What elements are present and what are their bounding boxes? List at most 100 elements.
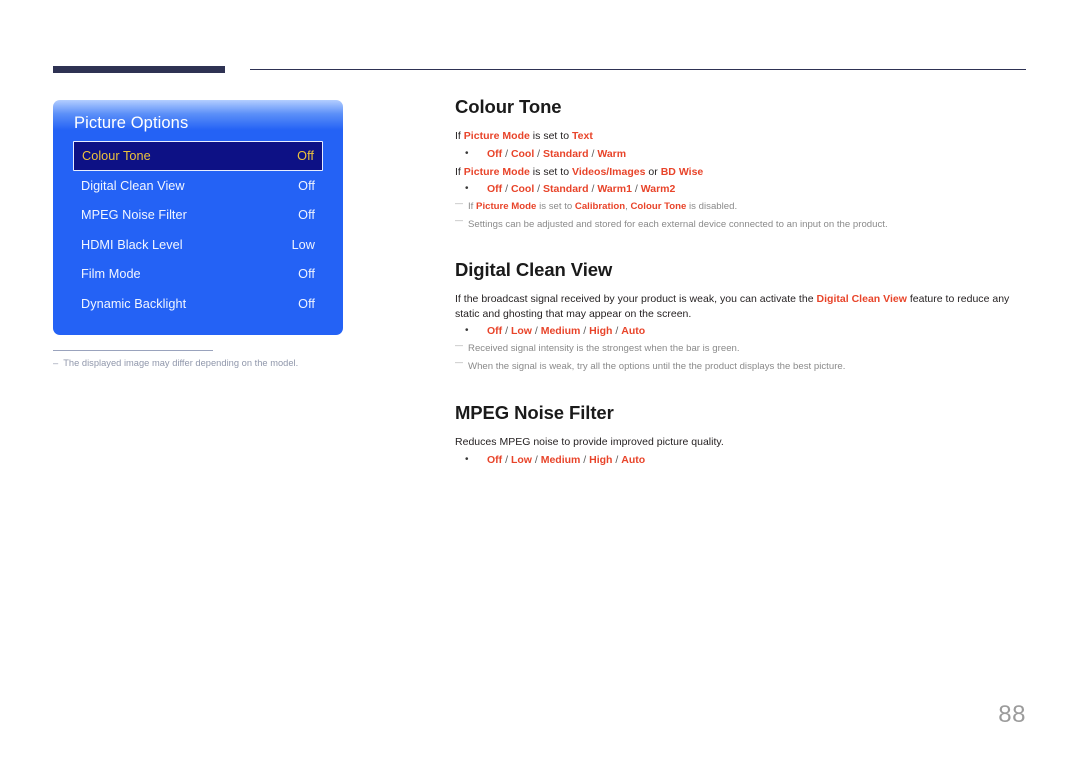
option-warm1: Warm1 [597, 183, 632, 196]
term-colour-tone: Colour Tone [630, 201, 687, 213]
separator: / [502, 325, 511, 338]
osd-item-value: Off [297, 149, 314, 163]
section-mpeg-noise-filter: MPEG Noise Filter Reduces MPEG noise to … [455, 402, 1027, 468]
osd-item-value: Off [298, 178, 315, 193]
value-videos-images: Videos/Images [572, 165, 646, 178]
term-calibration: Calibration [574, 201, 626, 213]
colour-tone-condition-text-mode: If Picture Mode is set to Text [455, 129, 1027, 144]
separator: / [531, 453, 541, 466]
osd-item-label: MPEG Noise Filter [81, 208, 187, 223]
osd-item-value: Low [291, 237, 315, 252]
option-list-item: Off / Low / Medium / High / Auto [455, 452, 1027, 468]
digital-clean-view-note-signal-intensity: Received signal intensity is the stronge… [455, 339, 1027, 357]
footnote-dash-marker: – [53, 357, 59, 368]
digital-clean-view-options: Off / Low / Medium / High / Auto [455, 323, 1027, 339]
osd-menu-item-digital-clean-view[interactable]: Digital Clean View Off [73, 171, 323, 201]
colour-tone-note-settings-stored: Settings can be adjusted and stored for … [455, 214, 1027, 233]
text-fragment: is disabled. [686, 201, 738, 213]
osd-menu-item-colour-tone[interactable]: Colour Tone Off [73, 141, 323, 171]
header-divider-line [250, 69, 1026, 70]
value-bd-wise: BD Wise [660, 165, 704, 178]
mpeg-noise-filter-options: Off / Low / Medium / High / Auto [455, 452, 1027, 468]
section-colour-tone: Colour Tone If Picture Mode is set to Te… [455, 96, 1027, 232]
option-warm2: Warm2 [640, 183, 676, 196]
illustration-footnote-rule [53, 349, 213, 351]
term-picture-mode: Picture Mode [463, 165, 530, 178]
option-standard: Standard [543, 147, 589, 160]
osd-item-value: Off [298, 208, 315, 223]
option-high: High [589, 453, 613, 466]
colour-tone-options-text: Off / Cool / Standard / Warm [455, 146, 1027, 162]
mpeg-noise-filter-description: Reduces MPEG noise to provide improved p… [455, 436, 724, 449]
option-auto: Auto [621, 453, 646, 466]
page-header-rules [0, 0, 1080, 80]
option-low: Low [510, 453, 532, 466]
osd-panel: Picture Options Colour Tone Off Digital … [53, 100, 343, 335]
separator: / [631, 183, 641, 196]
text-fragment: If [468, 201, 477, 213]
text-fragment: If [455, 130, 464, 142]
osd-menu-list: Colour Tone Off Digital Clean View Off M… [53, 141, 343, 319]
osd-item-value: Off [298, 267, 315, 282]
separator: / [588, 183, 598, 196]
section-digital-clean-view: Digital Clean View If the broadcast sign… [455, 259, 1027, 374]
osd-item-label: Colour Tone [82, 149, 151, 163]
osd-illustration: Picture Options Colour Tone Off Digital … [53, 100, 343, 368]
osd-item-label: Film Mode [81, 267, 141, 282]
option-standard: Standard [543, 183, 589, 196]
separator: / [580, 325, 590, 338]
text-fragment: is set to [529, 165, 572, 178]
option-low: Low [510, 325, 532, 338]
separator: / [612, 453, 622, 466]
value-text: Text [572, 130, 593, 142]
section-heading-digital-clean-view: Digital Clean View [455, 259, 613, 281]
osd-menu-item-film-mode[interactable]: Film Mode Off [73, 260, 323, 290]
option-list-item: Off / Cool / Standard / Warm1 / Warm2 [455, 181, 1027, 197]
separator: / [588, 147, 598, 160]
colour-tone-condition-videos-bdwise: If Picture Mode is set to Videos/Images … [455, 165, 1027, 180]
separator: / [612, 325, 622, 338]
text-fragment: If the broadcast signal received by your… [455, 293, 817, 306]
term-digital-clean-view: Digital Clean View [816, 293, 907, 306]
osd-item-label: HDMI Black Level [81, 237, 183, 252]
header-accent-bar [53, 66, 225, 73]
option-cool: Cool [510, 147, 535, 160]
option-high: High [589, 325, 613, 338]
text-fragment: If [455, 165, 464, 178]
main-content: Colour Tone If Picture Mode is set to Te… [455, 96, 1027, 471]
osd-item-label: Dynamic Backlight [81, 296, 187, 311]
option-off: Off [487, 325, 503, 338]
page-number: 88 [998, 701, 1026, 728]
option-medium: Medium [540, 453, 581, 466]
option-off: Off [487, 147, 503, 160]
text-fragment: is set to [536, 201, 575, 213]
option-auto: Auto [621, 325, 646, 338]
text-fragment: is set to [529, 130, 572, 142]
separator: / [534, 183, 544, 196]
separator: / [502, 147, 511, 160]
osd-menu-item-mpeg-noise-filter[interactable]: MPEG Noise Filter Off [73, 201, 323, 231]
illustration-footnote: – The displayed image may differ dependi… [53, 358, 343, 368]
text-fragment: or [645, 165, 661, 178]
section-heading-mpeg-noise-filter: MPEG Noise Filter [455, 402, 614, 424]
osd-menu-item-hdmi-black-level[interactable]: HDMI Black Level Low [73, 230, 323, 260]
section-heading-colour-tone: Colour Tone [455, 96, 562, 117]
osd-menu-item-dynamic-backlight[interactable]: Dynamic Backlight Off [73, 289, 323, 319]
separator: / [580, 453, 590, 466]
digital-clean-view-note-weak-signal: When the signal is weak, try all the opt… [455, 356, 1027, 375]
digital-clean-view-description: If the broadcast signal received by your… [455, 292, 1027, 321]
option-off: Off [487, 183, 503, 196]
term-picture-mode: Picture Mode [463, 130, 530, 142]
option-off: Off [487, 453, 503, 466]
separator: / [502, 183, 511, 196]
term-picture-mode: Picture Mode [476, 201, 537, 213]
footnote-text: The displayed image may differ depending… [63, 357, 299, 368]
colour-tone-options-videos: Off / Cool / Standard / Warm1 / Warm2 [455, 181, 1027, 197]
colour-tone-note-calibration: If Picture Mode is set to Calibration, C… [455, 197, 1027, 215]
separator: / [502, 453, 511, 466]
osd-panel-title: Picture Options [74, 114, 189, 132]
separator: / [531, 325, 541, 338]
osd-item-value: Off [298, 296, 315, 311]
osd-item-label: Digital Clean View [81, 178, 185, 193]
option-cool: Cool [510, 183, 535, 196]
